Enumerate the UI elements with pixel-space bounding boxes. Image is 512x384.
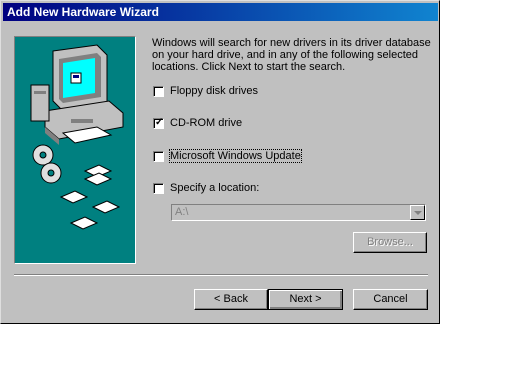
separator (14, 274, 428, 276)
floppy-option[interactable]: Floppy disk drives (153, 84, 258, 98)
cdrom-checkbox[interactable]: ✓ (153, 116, 164, 129)
floppy-checkbox[interactable] (153, 85, 164, 97)
dropdown-button[interactable] (410, 205, 425, 220)
computer-and-disks-icon (30, 44, 124, 230)
back-button[interactable]: < Back (194, 289, 268, 310)
title-bar[interactable]: Add New Hardware Wizard (3, 3, 438, 21)
windows-update-label: Microsoft Windows Update (169, 149, 302, 163)
windows-update-checkbox[interactable] (153, 150, 164, 162)
windows-update-option[interactable]: Microsoft Windows Update (153, 149, 302, 163)
location-combobox[interactable]: A:\ (171, 204, 426, 221)
specify-location-checkbox[interactable] (153, 182, 164, 194)
specify-location-option[interactable]: Specify a location: (153, 181, 259, 195)
cancel-button[interactable]: Cancel (353, 289, 428, 310)
specify-location-label: Specify a location: (170, 182, 260, 194)
window-title: Add New Hardware Wizard (7, 5, 159, 19)
chevron-down-icon (414, 211, 422, 215)
wizard-window: Add New Hardware Wizard Windows will sea… (0, 0, 440, 324)
cdrom-label: CD-ROM drive (170, 117, 243, 129)
browse-button[interactable]: Browse... (353, 232, 427, 253)
wizard-illustration (14, 36, 136, 264)
cdrom-option[interactable]: ✓ CD-ROM drive (153, 116, 242, 130)
floppy-label: Floppy disk drives (170, 85, 259, 97)
instructions-text: Windows will search for new drivers in i… (152, 37, 431, 73)
location-value: A:\ (175, 206, 189, 218)
checkmark-icon: ✓ (155, 116, 164, 128)
next-button[interactable]: Next > (268, 289, 343, 310)
